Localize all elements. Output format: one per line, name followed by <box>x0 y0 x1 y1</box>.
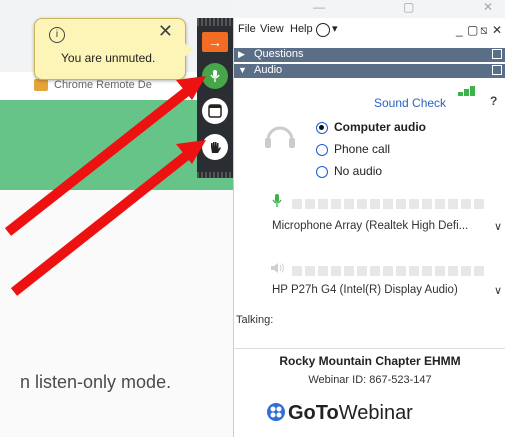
webinar-id: Webinar ID: 867-523-147 <box>308 374 432 386</box>
hand-icon <box>211 142 221 153</box>
mic-level-meter <box>292 196 487 209</box>
phone-call-label[interactable]: Phone call <box>334 142 390 156</box>
audio-section-header[interactable]: ▼ Audio <box>234 64 505 78</box>
raise-hand-button[interactable] <box>202 134 228 160</box>
background-bookmark[interactable]: Chrome Remote De <box>34 79 152 92</box>
menu-help[interactable]: Help <box>290 23 313 35</box>
unmuted-tooltip: i ✕ You are unmuted. <box>34 18 186 80</box>
tooltip-message: You are unmuted. <box>61 51 156 65</box>
audio-label: Audio <box>254 64 283 76</box>
computer-audio-label[interactable]: Computer audio <box>334 120 426 134</box>
headset-icon <box>265 126 295 148</box>
speaker-value: HP P27h G4 (Intel(R) Display Audio) <box>272 284 458 296</box>
section-popout-icon[interactable] <box>492 49 502 59</box>
chevron-down-icon: ∨ <box>493 221 502 233</box>
gotowebinar-logo-icon <box>267 403 285 421</box>
screen-icon <box>208 104 222 118</box>
collapse-triangle-icon: ▼ <box>238 65 247 75</box>
questions-label: Questions <box>254 48 304 60</box>
microphone-select[interactable]: Microphone Array (Realtek High Defi... ∨ <box>272 220 504 236</box>
bookmark-favicon-icon <box>34 79 48 92</box>
rail-bottom-grip <box>197 172 233 178</box>
background-page-content <box>0 190 240 437</box>
phone-call-radio[interactable] <box>316 144 328 156</box>
panel-close-icon[interactable]: ✕ <box>492 23 502 37</box>
brand-regular: Webinar <box>338 402 413 424</box>
collapse-panel-button[interactable]: → <box>202 32 228 52</box>
info-icon: i <box>49 27 65 43</box>
sound-check-link[interactable]: Sound Check <box>374 96 446 110</box>
mic-level-icon <box>272 194 282 207</box>
speaker-select[interactable]: HP P27h G4 (Intel(R) Display Audio) ∨ <box>272 284 504 300</box>
screen-button[interactable] <box>202 98 228 124</box>
questions-section-header[interactable]: ▶ Questions <box>234 48 505 62</box>
brand-bold: GoTo <box>288 402 339 424</box>
talking-label: Talking: <box>236 314 274 326</box>
globe-dropdown-icon[interactable]: ▾ <box>332 22 338 35</box>
panel-minimize-icon[interactable]: _ <box>456 23 463 37</box>
speaker-level-meter <box>292 263 487 276</box>
rail-grip[interactable] <box>197 18 233 26</box>
computer-audio-radio[interactable] <box>316 122 328 134</box>
close-window-icon[interactable]: ✕ <box>483 0 493 14</box>
menu-file[interactable]: File <box>238 23 256 35</box>
control-rail: → <box>197 18 233 178</box>
organizer-name: Rocky Mountain Chapter EHMM <box>279 354 461 368</box>
speaker-icon <box>271 263 284 273</box>
restore-icon[interactable]: ▢ <box>403 0 414 14</box>
window-titlebar: — ▢ ✕ <box>233 0 505 18</box>
minimize-icon[interactable]: — <box>313 0 325 14</box>
no-audio-label[interactable]: No audio <box>334 164 382 178</box>
section-popout-icon[interactable] <box>492 65 502 75</box>
menu-bar: File View Help ▾ _ ▢ ⧅ ✕ <box>234 18 505 40</box>
help-icon[interactable]: ? <box>490 94 497 108</box>
bookmark-label: Chrome Remote De <box>54 79 152 91</box>
divider <box>234 348 505 349</box>
no-audio-radio[interactable] <box>316 166 328 178</box>
expand-triangle-icon: ▶ <box>238 49 245 59</box>
gotowebinar-brand: GoToWebinar <box>288 402 413 425</box>
tooltip-close-icon[interactable]: ✕ <box>158 21 173 42</box>
panel-popout-icon[interactable]: ⧅ <box>480 23 488 38</box>
gotowebinar-panel: File View Help ▾ _ ▢ ⧅ ✕ ▶ Questions ▼ A… <box>233 18 505 437</box>
language-globe-icon[interactable] <box>316 23 330 37</box>
microphone-button[interactable] <box>202 63 228 89</box>
microphone-icon <box>210 70 220 82</box>
tooltip-pointer <box>180 40 194 60</box>
chevron-down-icon: ∨ <box>493 285 502 297</box>
panel-restore-icon[interactable]: ▢ <box>467 23 478 37</box>
listen-only-text: n listen-only mode. <box>20 372 172 392</box>
menu-view[interactable]: View <box>260 23 284 35</box>
microphone-value: Microphone Array (Realtek High Defi... <box>272 220 469 232</box>
